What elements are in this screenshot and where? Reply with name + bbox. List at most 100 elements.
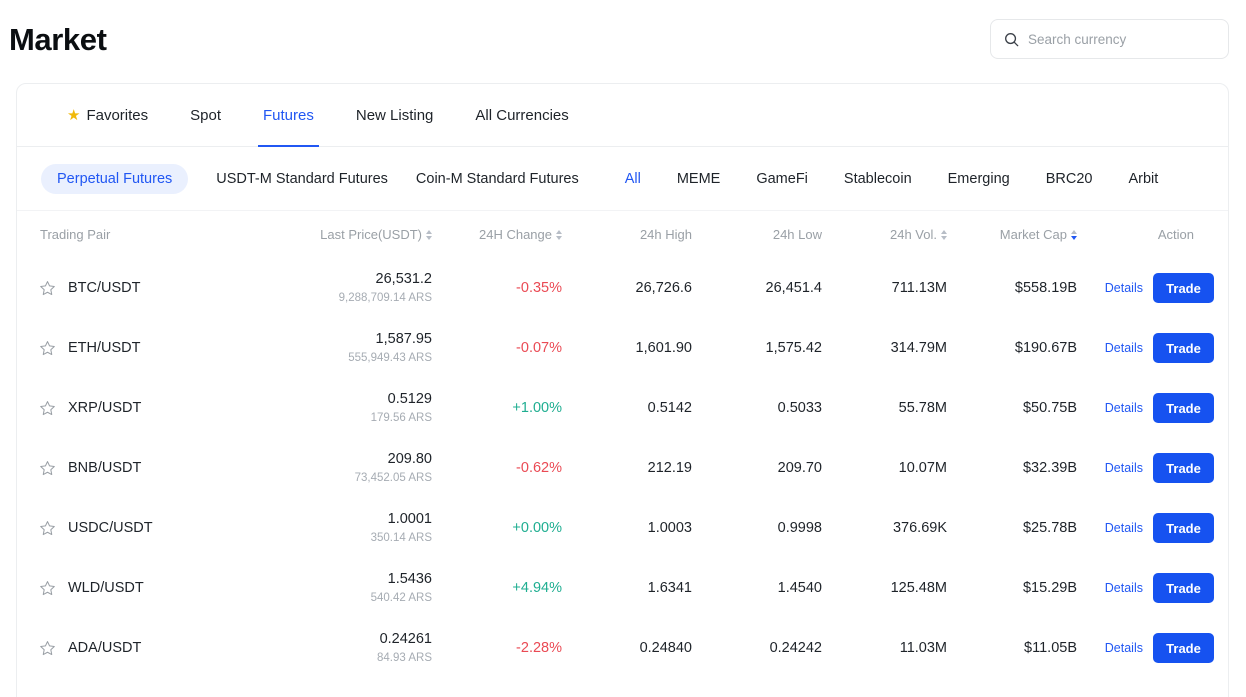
cell-24h-low: 0.9998 xyxy=(777,520,822,536)
category-stablecoin[interactable]: Stablecoin xyxy=(844,164,912,194)
table-row[interactable]: WLD/USDT 1.5436 540.42 ARS +4.94% 1.6341 1.45… xyxy=(17,558,1228,618)
table-row[interactable]: XRP/USDT 0.5129 179.56 ARS +1.00% 0.5142 0.50… xyxy=(17,378,1228,438)
category-brc20[interactable]: BRC20 xyxy=(1046,164,1093,194)
col-24h-vol[interactable]: 24h Vol. xyxy=(822,211,947,258)
sort-market-cap-icon[interactable] xyxy=(1071,229,1077,240)
col-24h-change-label: 24H Change xyxy=(479,227,552,242)
favorite-star-icon[interactable] xyxy=(39,580,56,597)
trade-button[interactable]: Trade xyxy=(1153,453,1214,483)
favorite-star-icon[interactable] xyxy=(39,340,56,357)
cell-action: Details Trade xyxy=(1077,618,1228,678)
cell-action: Details Trade xyxy=(1077,378,1228,438)
col-24h-low: 24h Low xyxy=(692,211,822,258)
price-local-value: 73,452.05 ARS xyxy=(354,471,432,484)
tab-favorites[interactable]: ★ Favorites xyxy=(46,84,169,147)
market-page: Market ★ Favorites Spot Futures xyxy=(0,0,1246,697)
price-local-value: 555,949.43 ARS xyxy=(348,351,432,364)
subtab-usdt-m-standard-futures[interactable]: USDT-M Standard Futures xyxy=(216,164,388,194)
table-header-row: Trading Pair Last Price(USDT) 24H Change xyxy=(17,211,1228,258)
table-row[interactable]: ETH/USDT 1,587.95 555,949.43 ARS -0.07% 1,60… xyxy=(17,318,1228,378)
cell-24h-change: +1.00% xyxy=(512,400,562,416)
cell-24h-high: 1.6341 xyxy=(647,580,692,596)
star-filled-icon: ★ xyxy=(67,106,81,124)
details-link[interactable]: Details xyxy=(1105,341,1143,355)
table-row[interactable]: ADA/USDT 0.24261 84.93 ARS -2.28% 0.24840 0.2… xyxy=(17,618,1228,678)
price-local-value: 540.42 ARS xyxy=(370,591,432,604)
category-all[interactable]: All xyxy=(625,164,641,194)
col-trading-pair: Trading Pair xyxy=(17,211,287,258)
table-row[interactable]: USDC/USDT 1.0001 350.14 ARS +0.00% 1.0003 0.9… xyxy=(17,498,1228,558)
details-link[interactable]: Details xyxy=(1105,521,1143,535)
cell-24h-vol: 376.69K xyxy=(892,520,947,536)
cell-24h-vol: 711.13M xyxy=(891,280,947,296)
pair-label: USDC/USDT xyxy=(68,520,153,536)
col-24h-high: 24h High xyxy=(562,211,692,258)
details-link[interactable]: Details xyxy=(1105,641,1143,655)
cell-24h-change: -0.35% xyxy=(516,280,562,296)
page-title: Market xyxy=(9,21,107,57)
cell-last-price: 1.0001 350.14 ARS xyxy=(287,498,432,558)
trade-button[interactable]: Trade xyxy=(1153,393,1214,423)
search-input[interactable] xyxy=(1028,31,1215,47)
cell-last-price: 209.80 73,452.05 ARS xyxy=(287,438,432,498)
tab-spot[interactable]: Spot xyxy=(169,84,242,147)
price-value: 0.5129 xyxy=(387,391,432,408)
subtabs-row: Perpetual Futures USDT-M Standard Future… xyxy=(17,147,1228,211)
cell-24h-low: 0.24242 xyxy=(769,640,822,656)
subtab-coin-m-standard-futures[interactable]: Coin-M Standard Futures xyxy=(416,164,579,194)
cell-trading-pair: BTC/USDT xyxy=(17,258,287,318)
cell-market-cap: $558.19B xyxy=(1014,280,1077,296)
cell-24h-change: -0.07% xyxy=(516,340,562,356)
trade-button[interactable]: Trade xyxy=(1153,633,1214,663)
sort-24h-change-icon[interactable] xyxy=(556,229,562,240)
market-card: ★ Favorites Spot Futures New Listing All… xyxy=(16,83,1229,697)
favorite-star-icon[interactable] xyxy=(39,640,56,657)
table-row[interactable]: BNB/USDT 209.80 73,452.05 ARS -0.62% 212.19 2… xyxy=(17,438,1228,498)
col-last-price-label: Last Price(USDT) xyxy=(320,227,422,242)
col-last-price[interactable]: Last Price(USDT) xyxy=(287,211,432,258)
favorite-star-icon[interactable] xyxy=(39,460,56,477)
search-box[interactable] xyxy=(990,19,1229,59)
tab-futures[interactable]: Futures xyxy=(242,84,335,147)
favorite-star-icon[interactable] xyxy=(39,280,56,297)
tab-spot-label: Spot xyxy=(190,106,221,124)
category-gamefi[interactable]: GameFi xyxy=(756,164,808,194)
col-market-cap[interactable]: Market Cap xyxy=(947,211,1077,258)
category-emerging[interactable]: Emerging xyxy=(948,164,1010,194)
category-filters: All MEME GameFi Stablecoin Emerging BRC2… xyxy=(625,164,1159,194)
cell-24h-vol: 314.79M xyxy=(890,340,947,356)
tab-all-currencies[interactable]: All Currencies xyxy=(454,84,589,147)
table-row[interactable]: BTC/USDT 26,531.2 9,288,709.14 ARS -0.35% 26… xyxy=(17,258,1228,318)
favorite-star-icon[interactable] xyxy=(39,400,56,417)
search-icon xyxy=(1004,32,1019,47)
subtab-perpetual-futures[interactable]: Perpetual Futures xyxy=(41,163,189,194)
col-24h-change[interactable]: 24H Change xyxy=(432,211,562,258)
cell-24h-high: 26,726.6 xyxy=(635,280,692,296)
tab-all-currencies-label: All Currencies xyxy=(475,106,569,124)
pair-label: ADA/USDT xyxy=(68,640,142,656)
trade-button[interactable]: Trade xyxy=(1153,513,1214,543)
trade-button[interactable]: Trade xyxy=(1153,573,1214,603)
sort-last-price-icon[interactable] xyxy=(426,229,432,240)
pair-label: ETH/USDT xyxy=(68,340,141,356)
cell-24h-high: 212.19 xyxy=(647,460,692,476)
cell-24h-high: 0.24840 xyxy=(639,640,692,656)
details-link[interactable]: Details xyxy=(1105,401,1143,415)
cell-market-cap: $190.67B xyxy=(1014,340,1077,356)
details-link[interactable]: Details xyxy=(1105,281,1143,295)
price-value: 209.80 xyxy=(387,451,432,468)
col-24h-vol-label: 24h Vol. xyxy=(890,227,937,242)
sort-24h-vol-icon[interactable] xyxy=(941,229,947,240)
category-arbitrum[interactable]: Arbit xyxy=(1128,164,1158,194)
details-link[interactable]: Details xyxy=(1105,461,1143,475)
col-action: Action xyxy=(1077,211,1228,258)
tab-new-listing[interactable]: New Listing xyxy=(335,84,455,147)
cell-24h-high: 1.0003 xyxy=(647,520,692,536)
favorite-star-icon[interactable] xyxy=(39,520,56,537)
market-table: Trading Pair Last Price(USDT) 24H Change xyxy=(17,211,1228,678)
trade-button[interactable]: Trade xyxy=(1153,273,1214,303)
trade-button[interactable]: Trade xyxy=(1153,333,1214,363)
cell-trading-pair: USDC/USDT xyxy=(17,498,287,558)
details-link[interactable]: Details xyxy=(1105,581,1143,595)
category-meme[interactable]: MEME xyxy=(677,164,721,194)
